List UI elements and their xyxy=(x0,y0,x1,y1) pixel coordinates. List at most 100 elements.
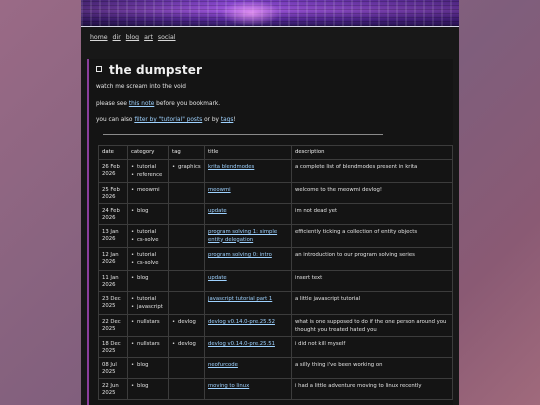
post-title-link[interactable]: program solving 0: intro xyxy=(208,252,272,258)
top-nav: home dir blog art social xyxy=(90,34,176,41)
description-cell: a complete list of blendmodes present in… xyxy=(291,159,453,183)
post-title-link[interactable]: javascript tutorial part 1 xyxy=(208,296,272,302)
description-cell: an introduction to our program solving s… xyxy=(291,247,453,271)
category-cell: tutorial reference xyxy=(127,159,169,183)
page-title-text: the dumpster xyxy=(109,63,202,77)
table-row: 13 Jan 2026tutorial cs-solve program solvi… xyxy=(98,224,453,248)
tag-cell: graphics xyxy=(168,159,205,183)
category-item: cs-solve xyxy=(131,260,165,266)
date-cell: 18 Dec 2025 xyxy=(98,336,128,358)
category-item: tutorial xyxy=(131,252,165,258)
main-content: the dumpster watch me scream into the vo… xyxy=(87,59,453,405)
category-cell: meowmi xyxy=(127,182,169,204)
description-cell: i had a little adventure moving to linux… xyxy=(291,378,453,400)
category-item: nullstars xyxy=(131,319,165,325)
post-title-link[interactable]: devlog v0.14.0-pre.25.52 xyxy=(208,319,275,325)
title-cell: update xyxy=(204,203,292,225)
title-cell: devlog v0.14.0-pre.25.51 xyxy=(204,336,292,358)
tag-cell xyxy=(168,291,205,315)
title-cell: devlog v0.14.0-pre.25.52 xyxy=(204,314,292,337)
description-cell: efficiently ticking a collection of enti… xyxy=(291,224,453,248)
description-cell: welcome to the meowmi devlog! xyxy=(291,182,453,204)
category-cell: nullstars xyxy=(127,336,169,358)
nav-link-art[interactable]: art xyxy=(144,34,153,41)
post-title-link[interactable]: moving to linux xyxy=(208,383,249,389)
table-row: 12 Jan 2026tutorial cs-solve program solvi… xyxy=(98,247,453,271)
tag-cell xyxy=(168,270,205,292)
category-cell: tutorial cs-solve xyxy=(127,224,169,248)
tag-cell xyxy=(168,247,205,271)
title-cell: neofurcode xyxy=(204,357,292,379)
page-title: the dumpster xyxy=(96,63,202,77)
tag-cell-list: devlog xyxy=(172,319,201,325)
category-cell-list: blog xyxy=(131,383,165,389)
tutorial-filter-link[interactable]: filter by "tutorial" posts xyxy=(134,117,202,123)
tag-item: devlog xyxy=(172,319,201,325)
posts-table: date category tag title description 26 F… xyxy=(98,145,453,400)
nav-link-home[interactable]: home xyxy=(90,34,108,41)
filter-text: you can also filter by "tutorial" posts … xyxy=(96,117,236,123)
table-row: 22 Jun 2025blog moving to linux i had a li… xyxy=(98,378,453,400)
tag-cell-list: graphics xyxy=(172,164,201,170)
post-title-link[interactable]: program solving 1: simple entity delegat… xyxy=(208,229,277,243)
tag-cell xyxy=(168,357,205,379)
post-title-link[interactable]: meowmi xyxy=(208,187,231,193)
post-title-link[interactable]: devlog v0.14.0-pre.25.51 xyxy=(208,341,275,347)
tag-item: devlog xyxy=(172,341,201,347)
column-header-category: category xyxy=(127,145,169,160)
tag-cell xyxy=(168,378,205,400)
title-cell: update xyxy=(204,270,292,292)
tag-cell xyxy=(168,224,205,248)
post-title-link[interactable]: update xyxy=(208,208,227,214)
column-header-description: description xyxy=(291,145,453,160)
table-row: 25 Feb 2026meowmimeowmiwelcome to the me… xyxy=(98,182,453,204)
description-cell: a little javascript tutorial xyxy=(291,291,453,315)
date-cell: 22 Jun 2025 xyxy=(98,378,128,400)
category-cell: nullstars xyxy=(127,314,169,337)
table-row: 23 Dec 2025tutorial javascript javascript … xyxy=(98,291,453,315)
column-header-date: date xyxy=(98,145,128,160)
category-cell-list: meowmi xyxy=(131,187,165,193)
category-cell: blog xyxy=(127,270,169,292)
date-cell: 26 Feb 2026 xyxy=(98,159,128,183)
category-cell-list: blog xyxy=(131,275,165,281)
category-item: tutorial xyxy=(131,229,165,235)
title-cell: meowmi xyxy=(204,182,292,204)
date-cell: 22 Dec 2025 xyxy=(98,314,128,337)
post-title-link[interactable]: krita blendmodes xyxy=(208,164,254,170)
nav-link-dir[interactable]: dir xyxy=(113,34,121,41)
table-row: 08 Jul 2025blog neofurcode a silly thing i… xyxy=(98,357,453,379)
tag-cell: devlog xyxy=(168,336,205,358)
column-header-title: title xyxy=(204,145,292,160)
column-header-tag: tag xyxy=(168,145,205,160)
tag-cell xyxy=(168,182,205,204)
title-cell: moving to linux xyxy=(204,378,292,400)
tag-cell-list: devlog xyxy=(172,341,201,347)
category-cell-list: tutorial cs-solve xyxy=(131,252,165,266)
post-title-link[interactable]: update xyxy=(208,275,227,281)
category-cell-list: blog xyxy=(131,362,165,368)
category-item: tutorial xyxy=(131,164,165,170)
square-bullet-icon xyxy=(96,65,102,72)
nav-link-social[interactable]: social xyxy=(158,34,176,41)
nav-link-blog[interactable]: blog xyxy=(126,34,139,41)
title-cell: program solving 0: intro xyxy=(204,247,292,271)
category-cell-list: blog xyxy=(131,208,165,214)
tag-cell: devlog xyxy=(168,314,205,337)
category-cell-list: nullstars xyxy=(131,319,165,325)
description-cell: a silly thing i've been working on xyxy=(291,357,453,379)
post-title-link[interactable]: neofurcode xyxy=(208,362,238,368)
tag-cell xyxy=(168,203,205,225)
category-cell: blog xyxy=(127,378,169,400)
title-cell: krita blendmodes xyxy=(204,159,292,183)
category-cell-list: tutorial javascript xyxy=(131,296,165,310)
date-cell: 13 Jan 2026 xyxy=(98,224,128,248)
page: home dir blog art social the dumpster wa… xyxy=(81,0,459,405)
divider xyxy=(103,134,383,135)
category-item: nullstars xyxy=(131,341,165,347)
table-row: 11 Jan 2026blog update insert text xyxy=(98,270,453,292)
date-cell: 12 Jan 2026 xyxy=(98,247,128,271)
note-link[interactable]: this note xyxy=(129,101,154,107)
tags-link[interactable]: tags xyxy=(221,117,234,123)
title-cell: javascript tutorial part 1 xyxy=(204,291,292,315)
